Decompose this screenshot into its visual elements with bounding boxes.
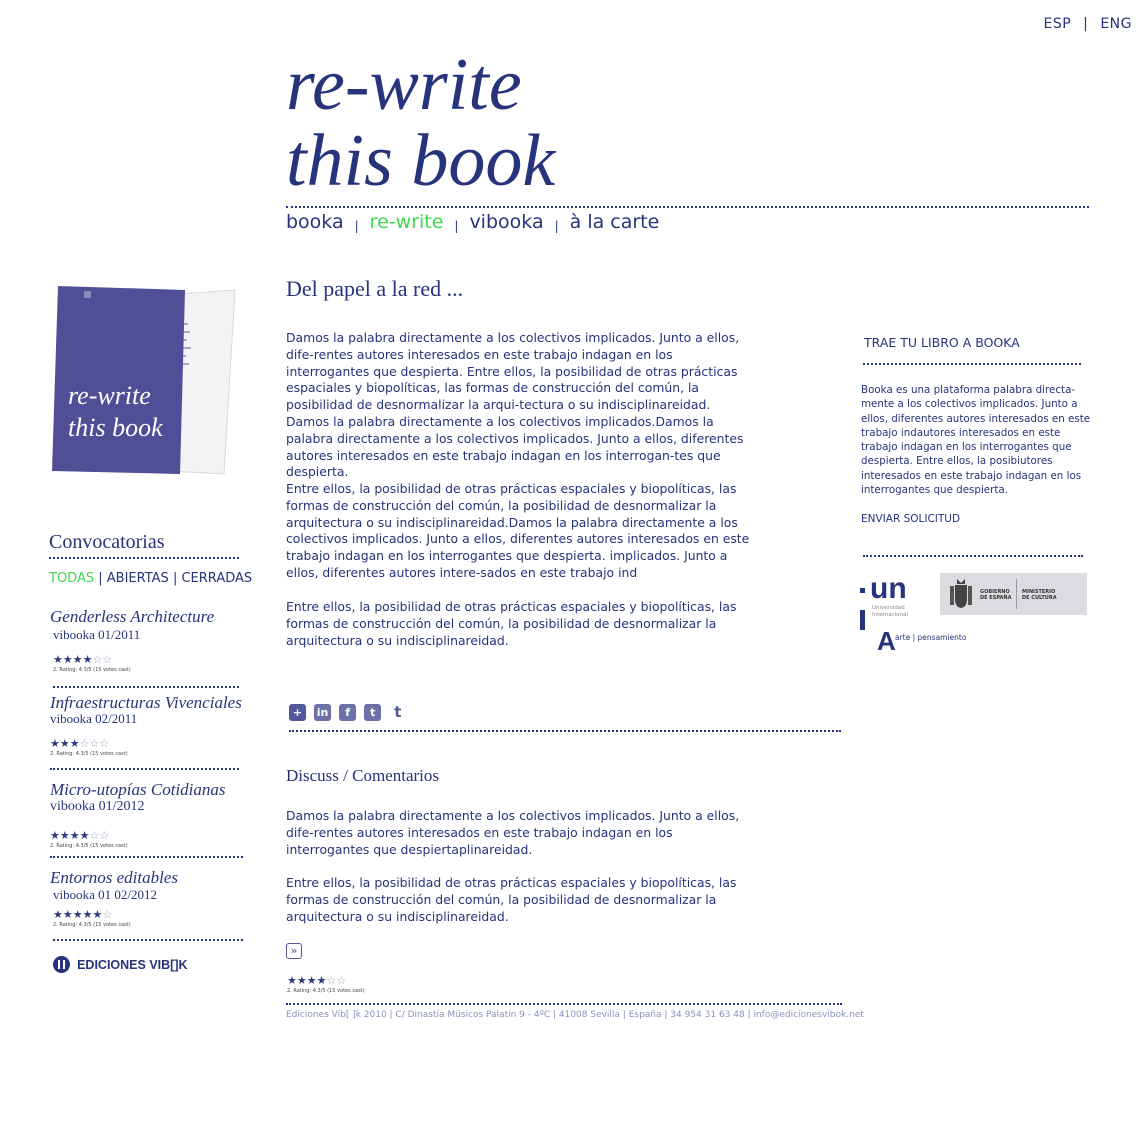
site-title-line1[interactable]: re-write (286, 48, 522, 122)
rating-text: 2. Rating: 4.3/5 (15 votes cast) (53, 667, 131, 673)
unia-logo-a: A (877, 626, 896, 656)
filter-separator: | (172, 571, 178, 586)
list-divider (53, 939, 243, 941)
nav-separator: | (454, 219, 459, 233)
rating-text: 2. Rating: 4.3/5 (15 votes cast) (287, 988, 365, 994)
logo-separator (1016, 579, 1017, 609)
add-icon[interactable]: + (289, 704, 306, 721)
unia-logo-arte: arte | pensamiento (895, 633, 967, 642)
footer-text: Ediciones Vib[ ]k 2010 | C/ Dinastía Mús… (286, 1010, 864, 1020)
star-rating[interactable]: ★★★★★☆ (53, 909, 112, 920)
rating-text: 2. Rating: 4.3/5 (15 votes cast) (50, 751, 128, 757)
lang-eng-link[interactable]: ENG (1100, 16, 1132, 32)
tumblr-icon[interactable]: t (364, 704, 382, 721)
logo-bar (860, 610, 865, 630)
gov-logo-left-text: GOBIERNO DE ESPAÑA (980, 589, 1012, 601)
list-divider (53, 686, 239, 688)
header-divider (286, 206, 1089, 208)
cover-title-line2: this book (68, 413, 163, 442)
site-title-line2[interactable]: this book (286, 124, 555, 198)
ministerio-cultura-logo[interactable]: GOBIERNO DE ESPAÑA MINISTERIO DE CULTURA (940, 573, 1087, 615)
star-rating[interactable]: ★★★★☆☆ (50, 830, 109, 841)
body-paragraph: Damos la palabra directamente a los cole… (286, 330, 744, 480)
nav-item-vibooka[interactable]: vibooka (469, 211, 543, 233)
right-body-text: Booka es una plataforma palabra directa-… (861, 384, 1091, 497)
gov-logo-right-text: MINISTERIO DE CULTURA (1022, 589, 1057, 601)
twitter-icon[interactable]: t (389, 704, 407, 721)
list-item-subtitle: vibooka 01 02/2012 (53, 887, 157, 902)
lang-separator: | (1083, 16, 1089, 32)
nav-separator: | (554, 219, 559, 233)
body-paragraph: Entre ellos, la posibilidad de otras prá… (286, 481, 750, 580)
comment-paragraph: Damos la palabra directamente a los cole… (286, 808, 740, 857)
facebook-icon[interactable]: f (339, 704, 357, 721)
right-divider (863, 363, 1081, 365)
filter-bar: TODAS | ABIERTAS | CERRADAS (49, 571, 252, 586)
body-paragraph: Entre ellos, la posibilidad de otras prá… (286, 599, 737, 648)
star-rating[interactable]: ★★★★☆☆ (287, 975, 346, 986)
logo-dot (860, 588, 865, 593)
logo-mark-icon (53, 956, 70, 973)
main-nav: booka | re-write | vibooka | à la carte (286, 211, 659, 233)
star-rating[interactable]: ★★★★☆☆ (53, 654, 112, 665)
share-bar: + in f t t (289, 702, 409, 721)
list-item-title[interactable]: Genderless Architecture (50, 607, 214, 627)
right-divider (863, 555, 1083, 557)
unia-logo-text: un (870, 572, 907, 605)
unia-logo-subtext: Universidad Internacional (872, 605, 908, 618)
share-divider (289, 730, 841, 732)
nav-item-booka[interactable]: booka (286, 211, 344, 233)
nav-item-re-write[interactable]: re-write (370, 211, 444, 233)
ediciones-vibok-logo[interactable]: EDICIONES VIB[]K (53, 954, 188, 973)
lang-esp-link[interactable]: ESP (1044, 16, 1072, 32)
rating-text: 2. Rating: 4.3/5 (15 votes cast) (53, 922, 131, 928)
linkedin-icon[interactable]: in (314, 704, 332, 721)
list-item-title[interactable]: Entornos editables (50, 868, 178, 888)
right-title: TRAE TU LIBRO A BOOKA (864, 335, 1020, 350)
list-item-title[interactable]: Infraestructuras Vivenciales (50, 693, 242, 713)
send-request-link[interactable]: ENVIAR SOLICITUD (861, 513, 960, 525)
rating-text: 2. Rating: 4.3/5 (15 votes cast) (50, 843, 128, 849)
list-divider (50, 856, 243, 858)
cover-title-line1: re-write (68, 381, 151, 410)
list-item-subtitle: vibooka 01/2012 (50, 799, 145, 814)
filter-todas[interactable]: TODAS (49, 571, 94, 586)
sidebar-title: Convocatorias (49, 531, 165, 553)
filter-separator: | (98, 571, 103, 586)
list-divider (50, 768, 239, 770)
filter-cerradas[interactable]: CERRADAS (181, 571, 252, 586)
list-item-subtitle: vibooka 02/2011 (50, 711, 138, 726)
expand-down-icon[interactable]: » (286, 943, 302, 959)
comment-paragraph: Entre ellos, la posibilidad de otras prá… (286, 875, 737, 924)
language-switcher: ESP | ENG (1044, 16, 1132, 32)
discuss-title: Discuss / Comentarios (286, 766, 439, 785)
nav-separator: | (354, 219, 359, 233)
star-rating[interactable]: ★★★☆☆☆ (50, 738, 109, 749)
coat-of-arms-icon (948, 577, 974, 611)
nav-item-a-la-carte[interactable]: à la carte (570, 211, 660, 233)
list-item-title[interactable]: Micro-utopías Cotidianas (50, 780, 226, 800)
logo-text: EDICIONES VIB[]K (77, 957, 188, 972)
sidebar-divider (49, 557, 239, 559)
book-cover[interactable]: re-write this book (48, 284, 238, 478)
footer-divider (286, 1003, 842, 1005)
filter-abiertas[interactable]: ABIERTAS (107, 571, 169, 586)
section-title: Del papel a la red ... (286, 276, 464, 301)
list-item-subtitle: vibooka 01/2011 (53, 627, 141, 642)
